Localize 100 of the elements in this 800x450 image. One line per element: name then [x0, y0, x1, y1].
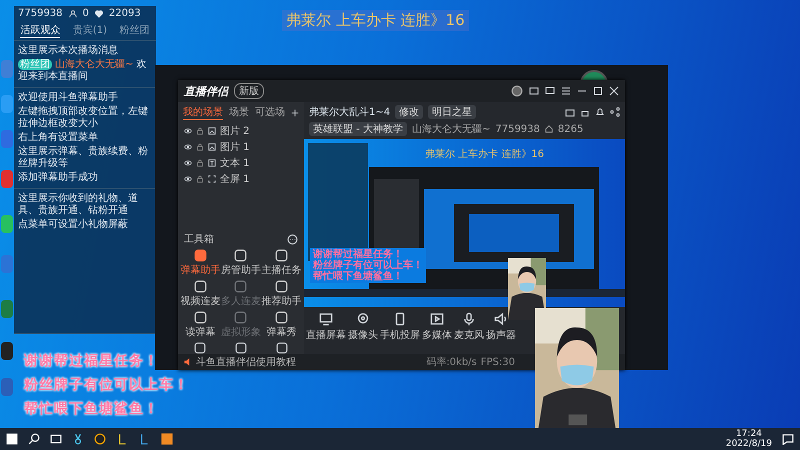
windows-icon — [6, 433, 18, 445]
chat-notice: 欢迎使用斗鱼弹幕助手 — [18, 92, 119, 104]
scene-tab[interactable]: 场景 — [229, 105, 249, 120]
edit-button[interactable]: 修改 — [395, 105, 424, 119]
speaker-icon — [184, 358, 192, 366]
tool-icon — [275, 249, 288, 262]
preview-caption: 粉丝牌子有位可以上车！ — [313, 260, 423, 271]
clock-date[interactable]: 2022/8/19 — [726, 439, 772, 449]
fullscreen-icon — [208, 175, 216, 183]
source-item[interactable]: 图片 2 — [220, 124, 250, 138]
ribbon-icon — [72, 433, 84, 445]
tutorial-link[interactable]: 斗鱼直播伴侣使用教程 — [196, 355, 296, 369]
house-icon — [544, 125, 553, 133]
tool-icon — [234, 280, 248, 293]
toolbox-title: 工具箱 — [184, 233, 214, 246]
stat-count: 22093 — [108, 8, 141, 19]
tool-icon — [194, 311, 207, 324]
chat-tab[interactable]: 贵宾(1) — [72, 23, 108, 38]
eye-icon — [184, 175, 192, 183]
tool-button[interactable]: 主播任务 — [261, 249, 302, 277]
image-icon — [208, 127, 216, 135]
chat-tab[interactable]: 活跃观众 — [20, 23, 60, 38]
chat-notice: 添加弹幕助手成功 — [18, 172, 99, 184]
tool-icon — [194, 342, 206, 354]
tool-icon — [234, 249, 248, 262]
chat-notice: 这里展示弹幕、贵族续费、粉丝牌升级等 — [18, 146, 149, 170]
app-icon — [94, 433, 106, 445]
source-item[interactable]: 图片 1 — [220, 140, 250, 154]
webcam-icon — [356, 312, 370, 326]
scene-tab[interactable]: 我的场景 — [183, 105, 223, 120]
app-logo: 直播伴侣 — [184, 84, 228, 98]
source-item[interactable]: 文本 1 — [220, 156, 250, 170]
preview-caption: 谢谢帮过福星任务！ — [313, 249, 403, 260]
tag-field[interactable]: 明日之星 — [428, 105, 476, 119]
source-button[interactable]: 手机投屏 — [380, 312, 420, 342]
room-id: 7759938 — [495, 124, 540, 134]
tool-button[interactable]: 房管助手 — [220, 249, 262, 277]
room-id: 7759938 — [18, 8, 63, 19]
user-avatar-icon — [511, 85, 523, 97]
overlay-caption: 粉丝牌子有位可以上车！ — [24, 376, 189, 394]
chat-notice: 点菜单可设置小礼物屏蔽 — [18, 219, 129, 231]
phone-icon — [393, 312, 407, 326]
heart-icon — [94, 10, 103, 18]
tool-icon — [194, 249, 207, 262]
source-button[interactable]: 麦克风 — [454, 312, 484, 342]
source-item[interactable]: 全屏 1 — [220, 172, 250, 186]
clock-time[interactable]: 17:24 — [736, 429, 762, 439]
app-icon — [116, 433, 128, 445]
source-button[interactable]: 摄像头 — [348, 312, 378, 342]
tool-icon — [276, 342, 288, 354]
status-text: 码率:0kb/s — [426, 356, 477, 369]
overlay-caption: 帮忙喂下鱼塘鲨鱼！ — [24, 400, 159, 418]
welcome-message: 粉丝团 山海大仑大无疆~ 欢迎来到本直播间 — [18, 59, 148, 83]
eye-icon — [184, 143, 192, 151]
preview-title: 弗莱尔 上车办卡 连胜》16 — [424, 148, 544, 161]
bell-icon — [595, 107, 605, 117]
status-text: FPS:30 — [480, 356, 515, 368]
share-icon — [610, 107, 620, 117]
tool-icon — [234, 342, 247, 354]
tool-button[interactable]: 弹幕秀 — [261, 311, 302, 339]
category-field[interactable]: 英雄联盟 - 大神教学 — [309, 122, 407, 136]
app-icon — [138, 433, 150, 445]
app-icon — [160, 432, 174, 446]
tool-button[interactable]: 推荐助手 — [261, 280, 302, 308]
plus-icon — [291, 108, 299, 118]
tool-icon — [234, 311, 248, 324]
chat-tab[interactable]: 粉丝团 — [120, 23, 150, 38]
stream-title: 弗莱尔 上车办卡 连胜》16 — [282, 10, 469, 31]
lock-icon — [196, 127, 204, 135]
tool-button[interactable]: 读弹幕 — [180, 311, 221, 339]
hot-count: 8265 — [558, 124, 584, 134]
menu-icon — [561, 86, 571, 96]
tool-button[interactable]: 视频连麦 — [180, 280, 221, 308]
source-button[interactable]: 多媒体 — [422, 312, 452, 342]
anchor-name: 山海大仑大无疆~ — [412, 122, 490, 136]
source-button[interactable]: 扬声器 — [486, 312, 516, 342]
eye-icon — [184, 127, 192, 135]
play-icon — [430, 312, 444, 326]
more-icon — [287, 234, 298, 244]
chat-notice: 这里展示你收到的礼物、道具、贵族开通、钻粉开通 — [18, 193, 139, 217]
source-button[interactable]: 直播屏幕 — [306, 312, 346, 342]
scene-tab[interactable]: 可选场 — [255, 105, 285, 120]
app-icon[interactable] — [1, 342, 13, 360]
tool-icon — [275, 311, 288, 324]
search-icon — [28, 433, 40, 445]
user-icon — [68, 10, 77, 18]
stat-count: 0 — [82, 8, 89, 19]
chat-notice: 右上角有设置菜单 — [18, 132, 99, 144]
close-icon — [609, 86, 619, 96]
lock-icon — [196, 175, 204, 183]
version-badge[interactable]: 新版 — [234, 83, 264, 99]
chat-notice: 左键拖拽顶部改变位置，左键拉伸边框改变大小 — [18, 106, 149, 130]
microphone-icon — [462, 312, 476, 326]
lock-icon — [196, 159, 204, 167]
chat-notice: 这里展示本次播场消息 — [18, 45, 119, 57]
preview-caption: 帮忙喂下鱼塘鲨鱼！ — [313, 271, 404, 282]
monitor-icon — [319, 312, 333, 326]
tool-button[interactable]: 弹幕助手 — [180, 249, 221, 277]
task-view-icon — [50, 433, 62, 445]
eye-icon — [184, 159, 192, 167]
